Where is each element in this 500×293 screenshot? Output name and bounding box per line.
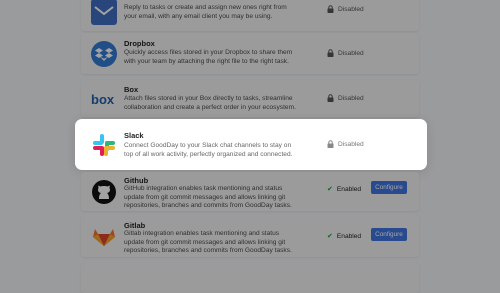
integration-description: Attach files stored in your Box directly…: [124, 95, 296, 111]
integration-description: GitHub integration enables task mentioni…: [124, 185, 292, 210]
integration-status: ✔ Enabled: [327, 232, 362, 241]
configure-button[interactable]: Configure: [371, 228, 407, 241]
configure-button[interactable]: Configure: [371, 181, 407, 194]
integration-card-next[interactable]: [81, 263, 419, 293]
slack-icon: [91, 132, 117, 158]
integration-card-box[interactable]: box Box Attach files stored in your Box …: [81, 80, 419, 117]
github-icon: [91, 179, 117, 205]
integration-description: Gitlab integration enables task mentioni…: [124, 230, 292, 255]
integration-title: Slack: [124, 131, 144, 140]
integration-status: Disabled: [327, 49, 364, 57]
integration-card-slack[interactable]: Slack Connect GoodDay to your Slack chat…: [75, 119, 427, 170]
integration-card-dropbox[interactable]: Dropbox Quickly access files stored in y…: [81, 33, 419, 74]
integration-title: Dropbox: [124, 39, 155, 48]
integration-card-github[interactable]: Github GitHub integration enables task m…: [81, 172, 419, 211]
integration-description: Connect GoodDay to your Slack chat chann…: [124, 142, 293, 158]
lock-icon: [327, 49, 334, 57]
lock-icon: [327, 140, 334, 148]
lock-icon: [327, 94, 334, 102]
box-icon: box: [91, 86, 117, 112]
email-icon: [91, 0, 117, 25]
integration-status: Disabled: [327, 5, 364, 13]
lock-icon: [327, 5, 334, 13]
integration-status: Disabled: [327, 140, 364, 148]
svg-text:box: box: [91, 92, 115, 107]
integration-description: Reply to tasks or create and assign new …: [124, 4, 287, 20]
integration-status: ✔ Enabled: [327, 185, 362, 194]
integration-card-gitlab[interactable]: Gitlab Gitlab integration enables task m…: [81, 215, 419, 257]
gitlab-icon: [91, 223, 117, 249]
dropbox-icon: [91, 40, 117, 67]
check-icon: ✔: [327, 186, 333, 193]
integration-description: Quickly access files stored in your Drop…: [124, 49, 293, 65]
check-icon: ✔: [327, 233, 333, 240]
integration-title: Gitlab: [124, 221, 146, 230]
integration-status: Disabled: [327, 94, 364, 102]
integration-card-email[interactable]: Reply to tasks or create and assign new …: [81, 0, 419, 31]
integration-title: Github: [124, 176, 149, 185]
integration-title: Box: [124, 85, 139, 94]
